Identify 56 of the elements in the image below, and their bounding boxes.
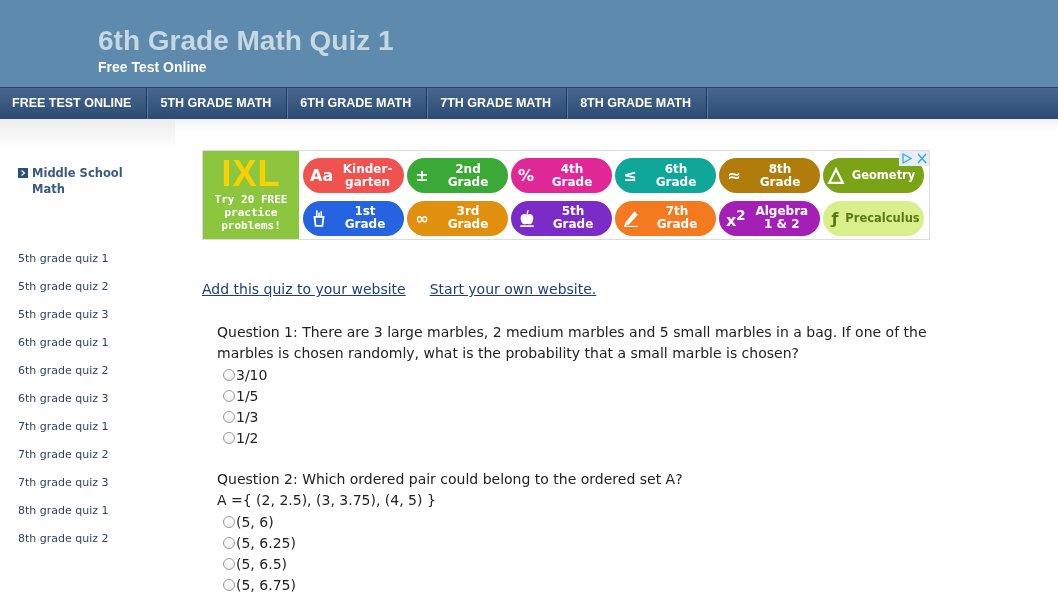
math-symbol-icon: ± (414, 169, 430, 182)
math-symbol-icon: x$^{2}$ (726, 208, 746, 228)
math-symbol-icon: ∞ (414, 211, 430, 225)
ad-logo: IXL (221, 155, 281, 193)
radio-button[interactable] (223, 578, 235, 591)
math-symbol-icon: ƒ (827, 211, 843, 225)
sidebar-link[interactable]: 8th grade quiz 1 (18, 504, 175, 518)
site-subtitle: Free Test Online (98, 58, 208, 76)
sidebar-link[interactable]: 6th grade quiz 1 (18, 336, 175, 350)
sidebar-link[interactable]: 6th grade quiz 2 (18, 364, 175, 378)
sidebar-link[interactable]: 5th grade quiz 1 (18, 252, 175, 266)
sidebar-link[interactable]: 5th grade quiz 3 (18, 308, 175, 322)
grade-button[interactable]: 1st Grade (303, 200, 404, 236)
sidebar-heading[interactable]: Middle School Math (32, 165, 142, 197)
grade-button[interactable]: x$^{2}$ Algebra 1 & 2 (719, 200, 820, 236)
answer-option[interactable]: 1/2 (217, 427, 1058, 448)
answer-option[interactable]: (5, 6.5) (217, 553, 1058, 574)
grade-button[interactable]: ƒ Precalculus (823, 200, 924, 236)
triangle-icon (827, 166, 845, 185)
question-text: Question 1: There are 3 large marbles, 2 medium marbles and 5 small marbles in a bag. If one of the marbles is chosen randomly, what is the probability that a small marble is chosen? (217, 323, 928, 363)
grade-button[interactable]: 5th Grade (511, 200, 612, 236)
math-symbol-icon: Aa (310, 169, 334, 182)
arrow-icon (18, 168, 28, 178)
math-symbol-icon: % (518, 169, 535, 182)
site-title: 6th Grade Math Quiz 1 (98, 24, 395, 58)
math-symbol-icon: ≈ (726, 169, 742, 182)
sidebar-link[interactable]: 8th grade quiz 2 (18, 532, 175, 546)
grade-button[interactable]: % 4th Grade (511, 158, 612, 193)
pencil-icon (622, 209, 640, 227)
sidebar-link[interactable]: 6th grade quiz 3 (18, 392, 175, 406)
radio-button[interactable] (223, 389, 235, 402)
answer-option[interactable]: (5, 6.75) (217, 574, 1058, 595)
sidebar-link[interactable]: 7th grade quiz 3 (18, 476, 175, 490)
answer-option[interactable]: 3/10 (217, 364, 1058, 385)
grade-button[interactable]: ≈ 8th Grade (719, 158, 820, 193)
question-text: A ={ (2, 2.5), (3, 3.75), (4, 5) } (217, 491, 437, 510)
math-symbol-icon: ≤ (622, 169, 638, 182)
answer-option[interactable]: (5, 6.25) (217, 532, 1058, 553)
text-link[interactable]: Start your own website. (429, 279, 597, 299)
sidebar-link[interactable]: 7th grade quiz 2 (18, 448, 175, 462)
radio-button[interactable] (223, 536, 235, 549)
question-text: Question 2: Which ordered pair could belong to the ordered set A? (217, 470, 684, 489)
sidebar-link[interactable]: 7th grade quiz 1 (18, 420, 175, 434)
text-link[interactable]: Add this quiz to your website (202, 279, 406, 299)
radio-button[interactable] (223, 557, 235, 570)
ad-choices-icon[interactable] (899, 151, 929, 166)
apple-icon (518, 209, 536, 227)
answer-option[interactable]: 1/3 (217, 406, 1058, 427)
ad-tagline: Try 20 FREE practice problems! (213, 193, 289, 232)
radio-button[interactable] (223, 368, 235, 381)
radio-button[interactable] (223, 515, 235, 528)
radio-button[interactable] (223, 431, 235, 444)
sidebar-link[interactable]: 5th grade quiz 2 (18, 280, 175, 294)
answer-option[interactable]: (5, 6) (217, 511, 1058, 532)
answer-option[interactable]: 1/5 (217, 385, 1058, 406)
radio-button[interactable] (223, 410, 235, 423)
